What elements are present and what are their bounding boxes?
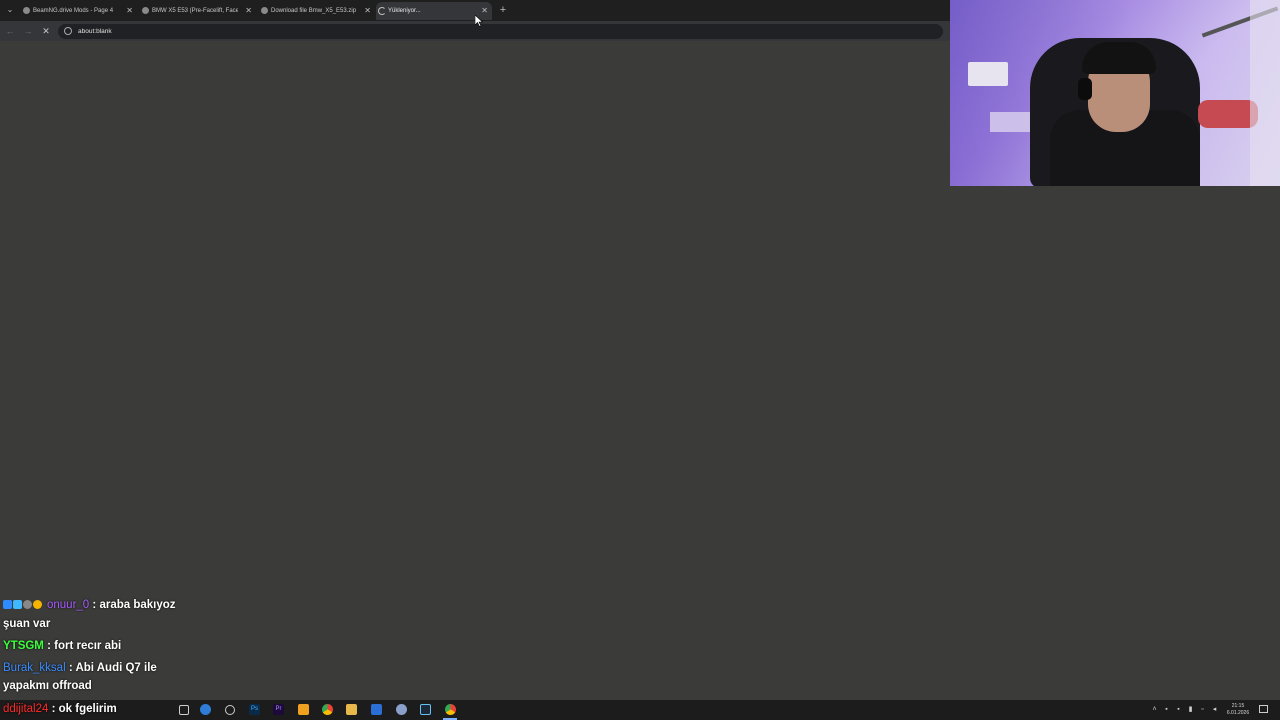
chat-text: : fort recır abi (47, 640, 122, 652)
folder-icon[interactable] (346, 704, 357, 715)
chat-message: Burak_kksal : Abi Audi Q7 ile (3, 662, 157, 674)
chrome-icon[interactable] (445, 704, 456, 715)
close-icon[interactable]: ✕ (245, 2, 252, 20)
clock-time: 21:15 (1231, 703, 1245, 709)
address-text[interactable]: about:blank (78, 26, 112, 37)
tab-label: BeamNG.drive Mods - Page 4 (33, 8, 114, 14)
chat-badges (3, 599, 43, 611)
back-icon[interactable]: ← (4, 25, 16, 37)
chat-message-continuation: şuan var (3, 618, 51, 630)
webcam-shelf (968, 62, 1008, 86)
steam-icon[interactable] (420, 704, 431, 715)
chat-message-continuation: yapakmı offroad (3, 680, 92, 692)
chat-text: : ok fgelirim (51, 703, 117, 715)
premiere-icon[interactable]: Pr (273, 704, 284, 715)
webcam-wall-edge (1250, 0, 1280, 186)
network-icon[interactable]: ▫ (1199, 706, 1206, 713)
forward-icon[interactable]: → (22, 25, 34, 37)
new-tab-icon[interactable]: + (498, 4, 508, 16)
tab-label: BMW X5 E53 (Pre-Facelift, Face (152, 8, 238, 14)
webcam-person-hair (1082, 42, 1156, 74)
tray-app-icon[interactable]: ▪ (1175, 706, 1182, 713)
mouse-cursor-icon (474, 14, 484, 27)
address-bar[interactable]: about:blank (58, 24, 943, 39)
chat-message: YTSGM : fort recır abi (3, 640, 121, 652)
chrome-icon[interactable] (322, 704, 333, 715)
edge-icon[interactable] (200, 704, 211, 715)
tab-dropdown-icon[interactable]: ⌄ (4, 4, 16, 16)
tab-favicon-icon (142, 7, 149, 14)
webcam-object (1198, 100, 1258, 128)
notification-icon[interactable] (1259, 705, 1268, 713)
volume-icon[interactable]: ◂ (1211, 706, 1218, 713)
chat-message: ddijital24 : ok fgelirim (3, 703, 117, 715)
badge-icon (33, 600, 42, 610)
badge-icon (23, 600, 32, 610)
tray-app-icon[interactable]: ▪ (1163, 706, 1170, 713)
chat-username: YTSGM (3, 640, 44, 652)
stop-icon[interactable]: ✕ (40, 25, 52, 37)
chat-message: onuur_0 : araba bakıyoz (3, 599, 176, 611)
info-icon[interactable] (64, 27, 72, 35)
webcam-overlay (950, 0, 1280, 186)
webcam-headset (1078, 78, 1092, 100)
tab-beamng-mods[interactable]: BeamNG.drive Mods - Page 4 ✕ (21, 2, 137, 20)
tab-label: Download file Bmw_X5_E53.zip (271, 8, 357, 14)
clock-date: 6.01.2026 (1226, 710, 1250, 716)
chat-username: onuur_0 (47, 599, 90, 612)
app-icon[interactable] (396, 704, 407, 715)
badge-icon (3, 600, 12, 610)
chat-username: ddijital24 (3, 703, 49, 715)
tab-bmw-x5[interactable]: BMW X5 E53 (Pre-Facelift, Face ✕ (140, 2, 256, 20)
close-icon[interactable]: ✕ (364, 2, 371, 20)
chat-text: : Abi Audi Q7 ile (68, 662, 157, 674)
system-clock[interactable]: 21:15 6.01.2026 (1224, 703, 1252, 717)
chat-text: : araba bakıyoz (92, 599, 176, 612)
loading-spinner-icon (378, 7, 386, 15)
tab-label: Yükleniyor... (388, 8, 421, 14)
badge-icon (13, 600, 22, 610)
microphone-icon[interactable]: ▮ (1187, 706, 1194, 713)
chat-username: Burak_kksal (3, 662, 66, 674)
tab-download-file[interactable]: Download file Bmw_X5_E53.zip ✕ (259, 2, 375, 20)
chevron-up-icon[interactable]: ˄ (1151, 706, 1158, 713)
task-view-icon[interactable] (179, 705, 189, 715)
app-icon[interactable] (225, 705, 235, 715)
photoshop-icon[interactable]: Ps (249, 704, 260, 715)
tab-favicon-icon (23, 7, 30, 14)
app-icon[interactable] (371, 704, 382, 715)
tab-favicon-icon (261, 7, 268, 14)
app-icon[interactable] (298, 704, 309, 715)
taskbar: Ps Pr ˄ ▪ ▪ ▮ ▫ ◂ 21:15 6.01.2026 (0, 700, 1280, 720)
close-icon[interactable]: ✕ (126, 2, 133, 20)
